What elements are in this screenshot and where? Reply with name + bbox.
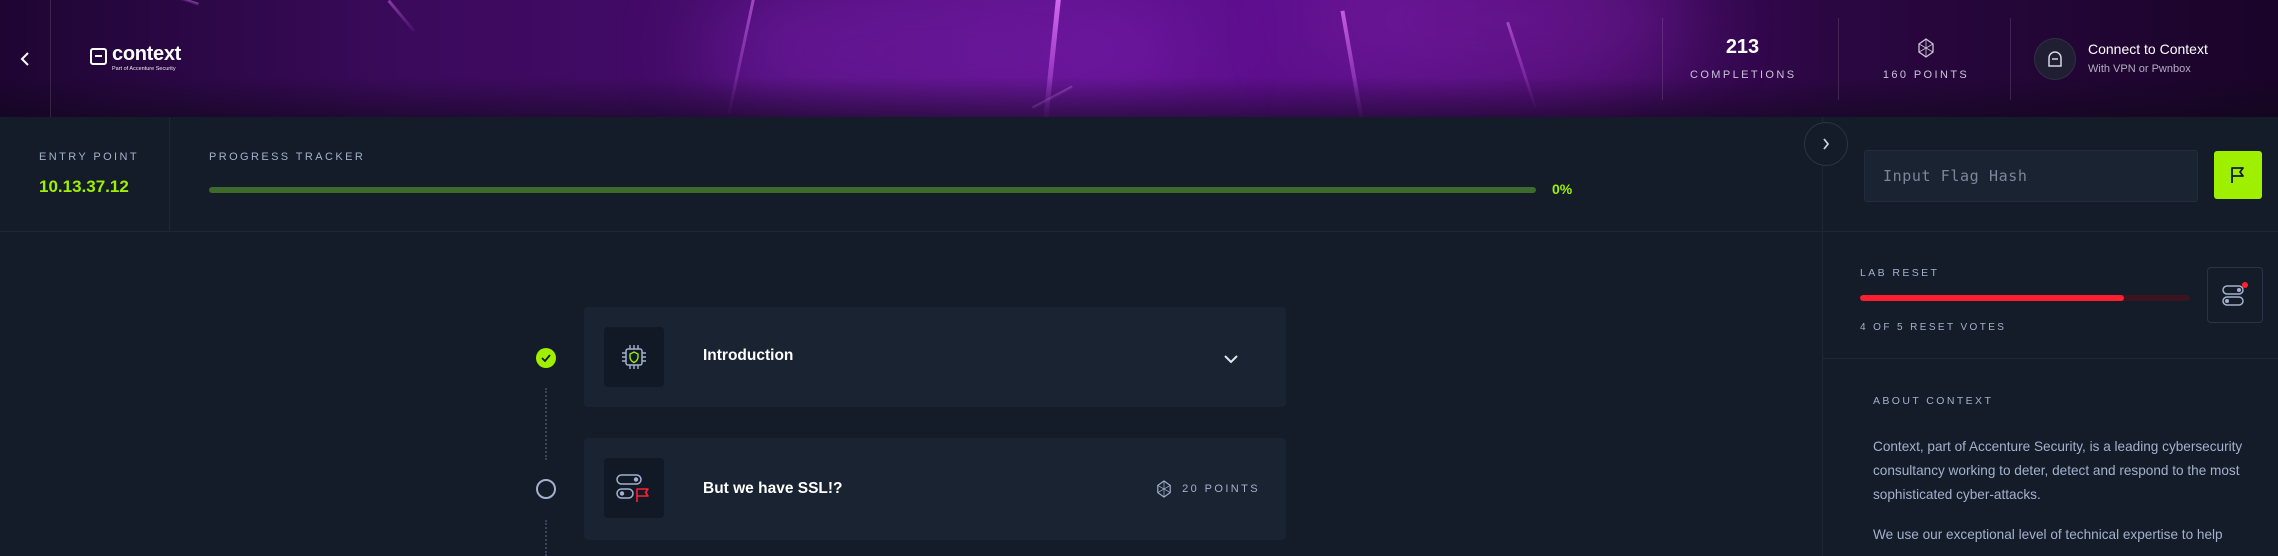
toggle-flag-icon: [616, 474, 649, 502]
about-label: ABOUT CONTEXT: [1873, 395, 1994, 407]
points-stat: 160 POINTS: [1878, 38, 1974, 81]
task-points-label: 20 POINTS: [1182, 483, 1260, 495]
header-banner: context Part of Accenture Security 213 C…: [0, 0, 2278, 117]
lab-reset-fill: [1860, 295, 2124, 301]
task-introduction[interactable]: Introduction: [584, 307, 1286, 407]
points-label: 160 POINTS: [1882, 69, 1970, 81]
chevron-left-icon: [20, 52, 29, 66]
chevron-down-icon: [1224, 355, 1238, 364]
task-timeline-line: [545, 520, 547, 556]
task-timeline-line: [545, 388, 547, 460]
context-logo: context Part of Accenture Security: [90, 43, 190, 74]
task-2-status-circle: [536, 479, 556, 499]
task-title: Introduction: [703, 347, 794, 364]
chevron-right-icon: [1823, 138, 1830, 150]
completions-label: COMPLETIONS: [1690, 69, 1797, 81]
expand-task-button[interactable]: [1224, 351, 1238, 369]
task-1-completed-check: [536, 348, 556, 368]
check-icon: [541, 354, 551, 362]
progress-percent: 0%: [1552, 181, 1573, 197]
reset-votes-text: 4 OF 5 RESET VOTES: [1860, 322, 2007, 333]
points-diamond-icon: [1918, 38, 1934, 58]
about-section: ABOUT CONTEXT Context, part of Accenture…: [1873, 395, 2273, 547]
logo-name: context: [112, 43, 182, 65]
chip-shield-icon: [622, 345, 646, 369]
entry-point-ip: 10.13.37.12: [39, 177, 129, 196]
task-icon-box: [604, 458, 664, 518]
task-points: 20 POINTS: [1156, 480, 1260, 498]
progress-tracker: PROGRESS TRACKER: [209, 151, 365, 163]
progress-bar: [209, 187, 1536, 193]
context-logo-icon: [90, 48, 107, 65]
submit-flag-button[interactable]: [2214, 151, 2262, 199]
reset-toggle-icon: [2222, 282, 2248, 306]
completions-count: 213: [1725, 36, 1760, 58]
back-button[interactable]: [14, 46, 36, 72]
connect-title: Connect to Context: [2088, 41, 2208, 57]
task-but-we-have-ssl[interactable]: But we have SSL!? 20 POINTS: [584, 438, 1286, 540]
entry-point-label: ENTRY POINT: [39, 151, 139, 163]
progress-row: ENTRY POINT 10.13.37.12 PROGRESS TRACKER…: [0, 117, 1822, 232]
about-paragraph-2: We use our exceptional level of technica…: [1873, 527, 2223, 542]
right-sidebar: LAB RESET 4 OF 5 RESET VOTES ABOUT CONTE…: [1822, 117, 2278, 556]
logo-tagline: Part of Accenture Security: [112, 66, 176, 72]
task-title: But we have SSL!?: [703, 480, 843, 497]
points-diamond-icon: [1157, 480, 1171, 498]
progress-tracker-label: PROGRESS TRACKER: [209, 151, 366, 163]
about-paragraph-1: Context, part of Accenture Security, is …: [1873, 439, 2243, 502]
lab-reset-button[interactable]: [2207, 267, 2263, 323]
flag-icon: [2231, 167, 2244, 183]
connect-to-context-button[interactable]: Connect to Context With VPN or Pwnbox: [2034, 38, 2274, 82]
entry-point: ENTRY POINT 10.13.37.12: [39, 151, 139, 197]
flag-hash-input[interactable]: [1864, 150, 2198, 202]
lab-reset-label: LAB RESET: [1860, 267, 1940, 279]
connect-subtitle: With VPN or Pwnbox: [2088, 63, 2191, 75]
lab-reset-bar: [1860, 295, 2190, 301]
connect-icon-circle: [2034, 38, 2076, 80]
completions-stat: 213 COMPLETIONS: [1690, 36, 1795, 81]
ghost-helmet-icon: [2048, 51, 2062, 67]
task-icon-box: [604, 327, 664, 387]
sidebar-toggle-button[interactable]: [1804, 122, 1848, 166]
